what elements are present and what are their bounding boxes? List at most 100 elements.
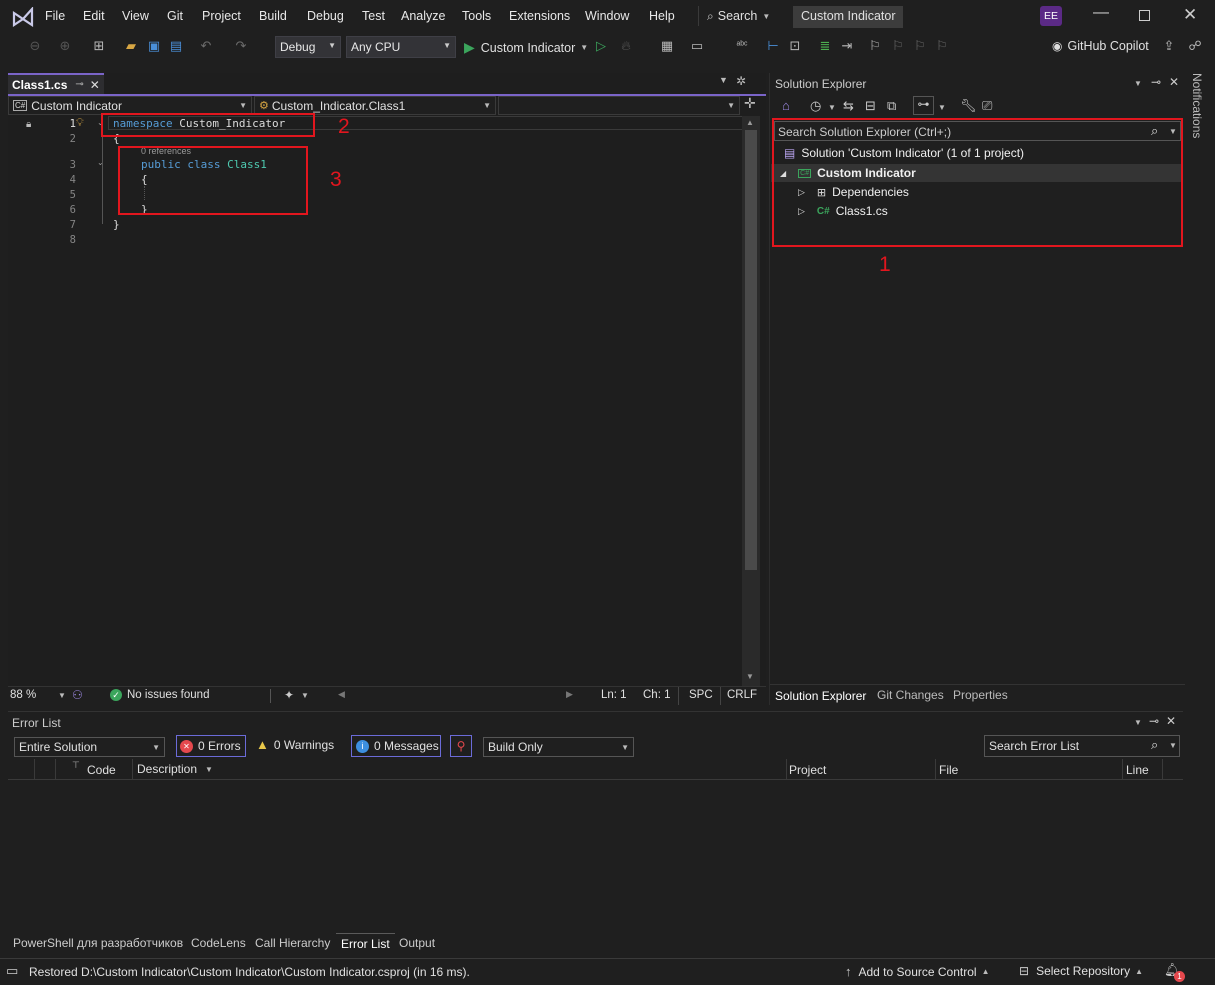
tab-output[interactable]: Output <box>399 936 435 950</box>
scrollbar-thumb[interactable] <box>745 130 757 570</box>
minimize-icon[interactable]: — <box>1093 4 1109 22</box>
warnings-filter-button[interactable]: ▲ 0 Warnings <box>256 737 334 752</box>
menu-extensions[interactable]: Extensions <box>509 9 570 23</box>
feedback-icon[interactable]: ☍ <box>1186 37 1204 55</box>
start-debugging-button[interactable]: ▶ Custom Indicator ▼ <box>464 39 588 56</box>
tab-error-list[interactable]: Error List <box>336 933 395 954</box>
search-menu[interactable]: ⌕ Search ▼ <box>698 6 770 26</box>
show-all-files-icon[interactable]: ⧉ <box>887 98 896 114</box>
menu-view[interactable]: View <box>122 9 149 23</box>
tab-solution-explorer[interactable]: Solution Explorer <box>770 685 872 706</box>
split-window-icon[interactable]: ✛ <box>744 95 756 112</box>
home-icon[interactable]: ⌂ <box>782 98 790 113</box>
column-line[interactable]: Line <box>1126 763 1149 777</box>
settings-icon[interactable]: ✲ <box>736 74 746 88</box>
messages-filter-button[interactable]: i 0 Messages <box>351 735 441 757</box>
history-icon[interactable]: ◷ <box>810 98 821 114</box>
chevron-down-icon[interactable]: ▼ <box>58 691 66 700</box>
menu-help[interactable]: Help <box>649 9 675 23</box>
tab-powershell[interactable]: PowerShell для разработчиков <box>13 936 183 950</box>
column-description[interactable]: Description <box>137 762 197 776</box>
pin-icon[interactable]: ⊸ <box>75 79 83 90</box>
sync-icon[interactable]: ⇆ <box>843 98 854 114</box>
whitespace-indicator[interactable]: SPC <box>678 687 716 705</box>
menu-build[interactable]: Build <box>259 9 287 23</box>
chevron-down-icon[interactable]: ▼ <box>828 103 836 112</box>
zoom-level[interactable]: 88 % <box>10 689 36 701</box>
scroll-left-icon[interactable]: ◀ <box>338 689 345 700</box>
comment-icon[interactable]: ⊢ <box>764 37 782 55</box>
chevron-down-icon[interactable]: ▼ <box>301 691 309 700</box>
menu-git[interactable]: Git <box>167 9 183 23</box>
error-list-search-input[interactable]: Search Error List ⌕ ▼ <box>984 735 1180 757</box>
line-ending-indicator[interactable]: CRLF <box>720 687 764 705</box>
window-position-icon[interactable]: ▼ <box>1134 79 1142 88</box>
column-code[interactable]: Code <box>87 763 116 777</box>
menu-file[interactable]: File <box>45 9 65 23</box>
editor-vertical-scrollbar[interactable]: ▲ ▼ <box>742 116 760 686</box>
user-avatar[interactable]: EE <box>1040 6 1062 26</box>
build-filter-select[interactable]: Build Only ▼ <box>483 737 634 757</box>
menu-edit[interactable]: Edit <box>83 9 105 23</box>
outdent-icon[interactable]: ⇥ <box>838 37 856 55</box>
sort-icon[interactable]: ▼ <box>205 765 213 774</box>
save-all-icon[interactable]: ▤ <box>167 37 185 55</box>
column-project[interactable]: Project <box>789 763 826 777</box>
start-without-debugging-icon[interactable]: ▷ <box>592 37 610 55</box>
lightbulb-icon[interactable]: 💡︎ <box>76 117 84 130</box>
menu-analyze[interactable]: Analyze <box>401 9 445 23</box>
close-panel-icon[interactable]: ✕ <box>1166 714 1176 728</box>
open-folder-icon[interactable]: ▰ <box>122 37 140 55</box>
preview-icon[interactable]: ⎚ <box>982 98 992 114</box>
line-indicator[interactable]: Ln: 1 <box>601 689 627 701</box>
tab-call-hierarchy[interactable]: Call Hierarchy <box>255 936 330 950</box>
clear-bookmarks-icon[interactable]: ⚐ <box>933 37 951 55</box>
tab-codelens[interactable]: CodeLens <box>191 936 246 950</box>
member-nav-dropdown[interactable]: ▼ <box>498 96 740 115</box>
scroll-right-icon[interactable]: ▶ <box>566 689 573 700</box>
close-panel-icon[interactable]: ✕ <box>1169 75 1179 89</box>
collapse-all-icon[interactable]: ⊟ <box>865 98 876 114</box>
column-filter-icon[interactable]: ⊤ <box>72 760 80 771</box>
layout-icon[interactable]: ▭ <box>688 37 706 55</box>
folder-view-icon[interactable]: ▦ <box>658 37 676 55</box>
filter-icon[interactable]: ⊶ <box>913 96 934 115</box>
scroll-up-icon[interactable]: ▲ <box>746 118 754 127</box>
issues-status[interactable]: No issues found <box>127 689 209 701</box>
uncomment-icon[interactable]: ⊡ <box>786 37 804 55</box>
redo-icon[interactable]: ↷ <box>232 37 250 55</box>
select-repository-button[interactable]: ⊟ Select Repository ▲ <box>1019 964 1143 978</box>
share-icon[interactable]: ⇪ <box>1160 37 1178 55</box>
code-cleanup-icon[interactable]: ✦ <box>284 688 294 702</box>
navigate-forward-icon[interactable]: ⊕ <box>56 37 74 55</box>
scroll-down-icon[interactable]: ▼ <box>746 672 754 681</box>
indent-icon[interactable]: ≣ <box>816 37 834 55</box>
chevron-down-icon[interactable]: ▼ <box>938 103 946 112</box>
close-window-icon[interactable]: ✕ <box>1183 5 1197 25</box>
menu-test[interactable]: Test <box>362 9 385 23</box>
undo-icon[interactable]: ↶ <box>197 37 215 55</box>
column-file[interactable]: File <box>939 763 958 777</box>
output-status-icon[interactable]: ▭ <box>6 963 18 979</box>
visual-studio-logo-icon[interactable] <box>12 7 34 27</box>
filter-errors-icon[interactable]: ⚲ <box>450 735 472 757</box>
tab-git-changes[interactable]: Git Changes <box>877 688 944 702</box>
tab-class1-cs[interactable]: Class1.cs ⊸ ✕ <box>8 73 104 94</box>
errors-filter-button[interactable]: ✕ 0 Errors <box>176 735 246 757</box>
tab-overflow-icon[interactable]: ▼ <box>719 75 728 85</box>
close-tab-icon[interactable]: ✕ <box>90 78 100 92</box>
tab-properties[interactable]: Properties <box>953 688 1008 702</box>
menu-tools[interactable]: Tools <box>462 9 491 23</box>
next-bookmark-icon[interactable]: ⚐ <box>911 37 929 55</box>
spell-check-icon[interactable]: ᵃᵇᶜ <box>733 37 751 55</box>
column-indicator[interactable]: Ch: 1 <box>643 689 671 701</box>
add-to-source-control-button[interactable]: ↑ Add to Source Control ▲ <box>845 964 990 979</box>
scope-select[interactable]: Entire Solution ▼ <box>14 737 165 757</box>
menu-project[interactable]: Project <box>202 9 241 23</box>
chevron-down-icon[interactable]: ▼ <box>1169 741 1177 750</box>
prev-bookmark-icon[interactable]: ⚐ <box>889 37 907 55</box>
window-position-icon[interactable]: ▼ <box>1134 718 1142 727</box>
properties-wrench-icon[interactable]: 🔧︎ <box>960 98 977 114</box>
notifications-side-tab[interactable]: Notifications <box>1186 73 1215 223</box>
menu-window[interactable]: Window <box>585 9 629 23</box>
